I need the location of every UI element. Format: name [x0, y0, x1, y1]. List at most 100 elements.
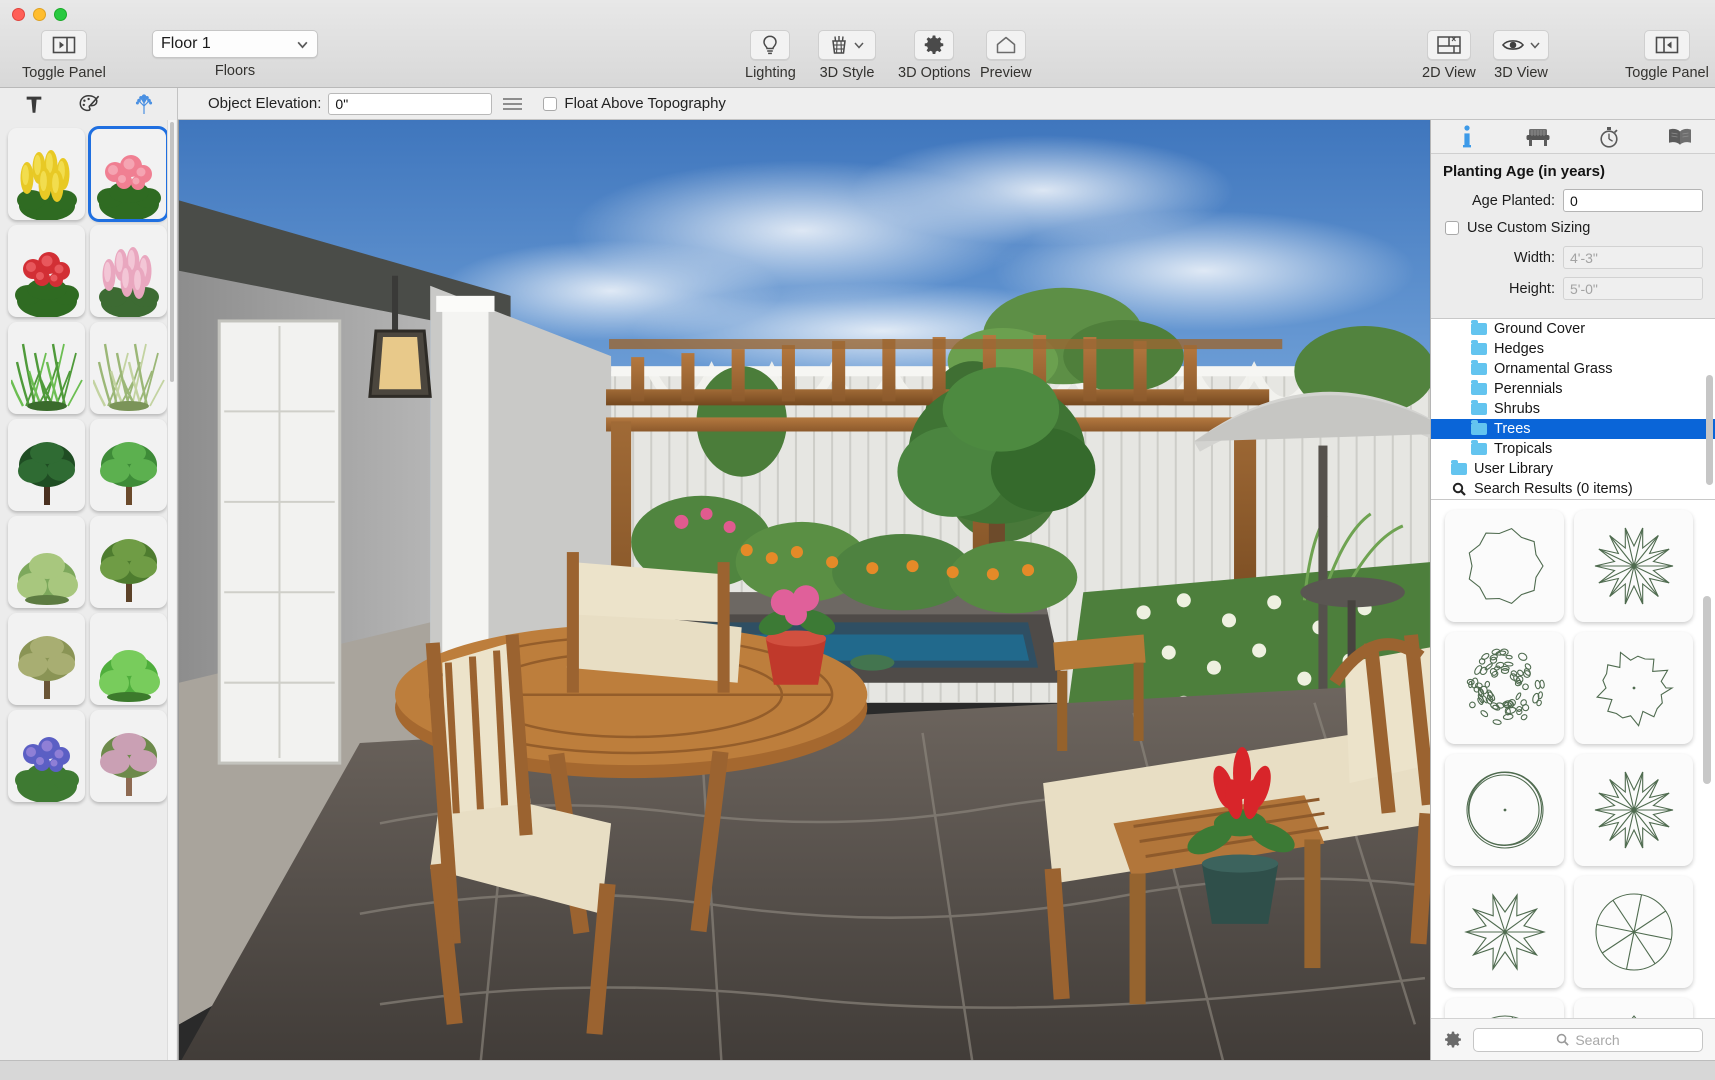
symbol-jagged-canopy-symbol[interactable]: [1574, 998, 1693, 1018]
info-tab[interactable]: [1443, 123, 1491, 151]
toggle-right-panel-button[interactable]: Toggle Panel: [1625, 30, 1709, 81]
symbol-browser-scrollbar[interactable]: [1703, 596, 1711, 784]
lighting-label: Lighting: [745, 65, 796, 81]
library-search-input[interactable]: Search: [1473, 1028, 1703, 1052]
library-item-ground-cover[interactable]: Ground Cover: [1431, 319, 1715, 339]
properties-tab-bar: [1431, 120, 1715, 154]
hammer-icon: [23, 93, 45, 115]
symbol-concentric-circle-canopy-symbol[interactable]: [1445, 754, 1564, 866]
plant-thumbnail-dark-evergreen-tree[interactable]: [8, 419, 85, 511]
3d-viewport[interactable]: [178, 120, 1430, 1060]
library-item-shrubs[interactable]: Shrubs: [1431, 399, 1715, 419]
green-ornamental-grass-image: [11, 334, 83, 414]
main-body: Planting Age (in years) Age Planted: 0 U…: [0, 120, 1715, 1060]
library-tree-scrollbar[interactable]: [1706, 375, 1713, 485]
2d-view-button[interactable]: 2D View: [1422, 30, 1476, 81]
symbol-star-burst-canopy-symbol[interactable]: [1574, 510, 1693, 622]
open-book-icon: [1667, 126, 1693, 148]
gear-icon[interactable]: [1443, 1030, 1463, 1050]
symbol-radial-wedge-canopy-symbol[interactable]: [1574, 754, 1693, 866]
elevation-menu-icon[interactable]: [503, 98, 522, 110]
library-item-trees[interactable]: Trees: [1431, 419, 1715, 439]
preview-button[interactable]: Preview: [980, 30, 1032, 81]
3d-options-label: 3D Options: [898, 65, 971, 81]
width-row: Width: 4'-3": [1443, 246, 1703, 269]
plant-thumbnail-bright-green-shrub[interactable]: [90, 613, 167, 705]
width-input[interactable]: 4'-3": [1563, 246, 1703, 269]
symbol-cloud-outline-canopy-symbol[interactable]: [1574, 632, 1693, 744]
minimize-window-button[interactable]: [33, 8, 46, 21]
flowering-shrub-image: [11, 528, 83, 608]
design-tools-tab[interactable]: [66, 90, 112, 118]
plant-thumbnail-yellow-celosia[interactable]: [8, 128, 85, 220]
plant-thumbnail-broadleaf-tree[interactable]: [90, 419, 167, 511]
symbol-split-circle-canopy-symbol[interactable]: [1574, 876, 1693, 988]
plant-thumbnail-crape-myrtle-tree[interactable]: [90, 710, 167, 802]
symbol-browser[interactable]: [1431, 500, 1715, 1018]
yellow-celosia-image: [11, 140, 83, 220]
panel-right-icon: [1655, 36, 1679, 54]
symbol-scalloped-canopy-symbol[interactable]: [1445, 510, 1564, 622]
height-input[interactable]: 5'-0": [1563, 277, 1703, 300]
plant-thumbnail-blue-hydrangea[interactable]: [8, 710, 85, 802]
float-above-topography-checkbox[interactable]: [543, 97, 557, 111]
library-tree[interactable]: Ground Cover Hedges Ornamental Grass Perenn…: [1431, 318, 1715, 500]
zoom-window-button[interactable]: [54, 8, 67, 21]
library-item-label: Search Results (0 items): [1474, 481, 1633, 497]
library-item-perennials[interactable]: Perennials: [1431, 379, 1715, 399]
library-item-user-library[interactable]: User Library: [1431, 459, 1715, 479]
planting-age-header: Planting Age (in years): [1443, 163, 1703, 180]
chevron-down-icon[interactable]: [853, 39, 865, 51]
object-elevation-input[interactable]: 0": [328, 93, 492, 115]
plant-thumbnail-green-ornamental-grass[interactable]: [8, 322, 85, 414]
stopwatch-icon: [1598, 125, 1620, 149]
library-item-label: Perennials: [1494, 381, 1563, 397]
3d-view-button[interactable]: 3D View: [1493, 30, 1549, 81]
3d-style-button[interactable]: 3D Style: [818, 30, 876, 81]
properties-panel: Planting Age (in years) Age Planted: 0 U…: [1430, 120, 1715, 1060]
plant-thumbnail-red-geranium[interactable]: [8, 225, 85, 317]
library-item-tropicals[interactable]: Tropicals: [1431, 439, 1715, 459]
scrollbar-thumb[interactable]: [170, 122, 174, 382]
plant-thumbnail-flowering-shrub[interactable]: [8, 516, 85, 608]
star-burst-canopy-symbol-art: [1584, 516, 1684, 616]
height-row: Height: 5'-0": [1443, 277, 1703, 300]
library-tab[interactable]: [1656, 123, 1704, 151]
cloud-outline-canopy-symbol-art: [1584, 638, 1684, 738]
plant-browser-scrollbar[interactable]: [167, 120, 176, 1060]
library-item-search-results-0-items[interactable]: Search Results (0 items): [1431, 479, 1715, 499]
2d-view-label: 2D View: [1422, 65, 1476, 81]
plant-thumbnail-pink-geranium[interactable]: [90, 128, 167, 220]
floor-select[interactable]: Floor 1: [152, 30, 318, 58]
library-search-placeholder: Search: [1575, 1032, 1619, 1048]
age-planted-label: Age Planted:: [1443, 193, 1555, 209]
symbol-pinwheel-canopy-symbol[interactable]: [1445, 876, 1564, 988]
symbol-spoke-canopy-symbol[interactable]: [1445, 998, 1564, 1018]
library-item-label: Hedges: [1494, 341, 1544, 357]
furniture-tab[interactable]: [1514, 123, 1562, 151]
plant-thumbnail-pink-foxglove[interactable]: [90, 225, 167, 317]
use-custom-sizing-checkbox[interactable]: [1445, 221, 1459, 235]
pink-geranium-image: [93, 140, 165, 220]
library-item-ornamental-grass[interactable]: Ornamental Grass: [1431, 359, 1715, 379]
plant-tools-tab[interactable]: [121, 90, 167, 118]
age-planted-input[interactable]: 0: [1563, 189, 1703, 212]
toggle-left-panel-button[interactable]: Toggle Panel: [22, 30, 106, 81]
chevron-down-icon[interactable]: [1529, 39, 1541, 51]
library-item-label: User Library: [1474, 461, 1553, 477]
plant-thumbnail-pale-ornamental-grass[interactable]: [90, 322, 167, 414]
symbol-stippled-leaf-canopy-symbol[interactable]: [1445, 632, 1564, 744]
plant-thumbnail-spreading-oak-tree[interactable]: [90, 516, 167, 608]
paint-palette-icon: [77, 93, 101, 115]
floorplan-icon: [1436, 35, 1462, 55]
tree-icon: [132, 92, 156, 116]
plant-thumbnail-olive-canopy-tree[interactable]: [8, 613, 85, 705]
lighting-button[interactable]: Lighting: [745, 30, 796, 81]
build-tools-tab[interactable]: [11, 90, 57, 118]
3d-options-button[interactable]: 3D Options: [898, 30, 971, 81]
close-window-button[interactable]: [12, 8, 25, 21]
history-tab[interactable]: [1585, 123, 1633, 151]
folder-icon: [1471, 403, 1487, 415]
library-item-hedges[interactable]: Hedges: [1431, 339, 1715, 359]
scalloped-canopy-symbol-art: [1455, 516, 1555, 616]
